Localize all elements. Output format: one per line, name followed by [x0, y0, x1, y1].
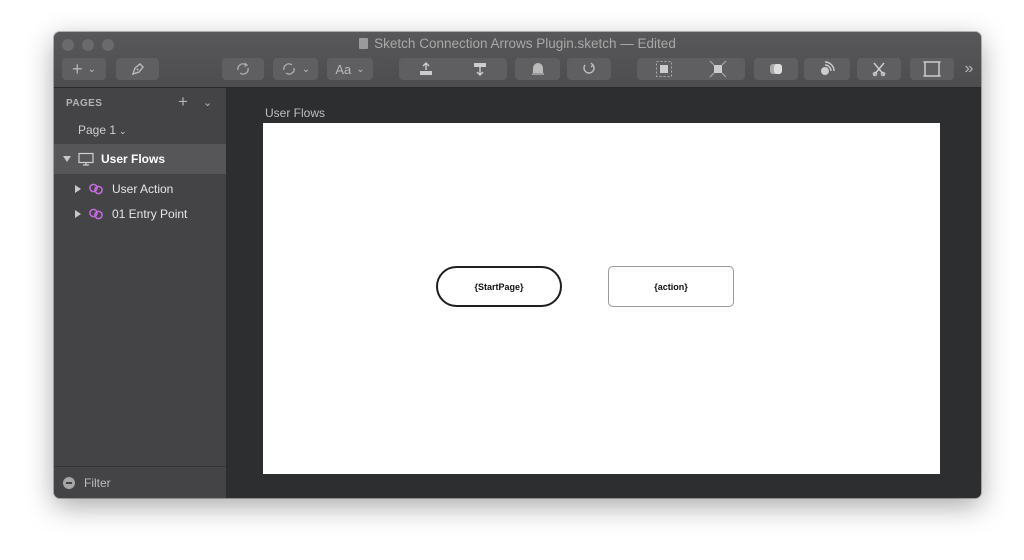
scale-icon[interactable] — [655, 60, 673, 78]
disclosure-triangle-icon[interactable] — [63, 156, 71, 162]
flatten-icon — [583, 62, 595, 74]
text-button[interactable]: Aa ⌄ — [327, 58, 373, 80]
filter-icon — [63, 477, 75, 489]
pen-nib-icon — [131, 63, 144, 76]
transform-button[interactable]: ⌄ — [273, 58, 318, 80]
frame-button[interactable] — [910, 58, 954, 80]
selection-icon[interactable] — [709, 60, 727, 78]
rotate-button[interactable] — [222, 58, 264, 80]
layer-label: User Flows — [101, 152, 166, 166]
document-icon — [359, 38, 369, 49]
transform-icon — [283, 63, 295, 75]
symbol-icon — [89, 208, 103, 220]
flatten-button[interactable] — [567, 58, 611, 80]
action-node[interactable]: {action} — [608, 266, 734, 307]
subtract-icon — [821, 61, 835, 75]
collapse-pages-icon[interactable]: ⌄ — [203, 96, 212, 109]
symbol-icon — [89, 183, 103, 195]
arrange-button-group — [399, 58, 507, 80]
canvas[interactable]: User Flows {StartPage} {action} — [227, 88, 981, 498]
artboard-title[interactable]: User Flows — [265, 106, 325, 120]
union-button[interactable] — [754, 58, 798, 80]
insert-button[interactable]: + ⌄ — [62, 58, 106, 80]
chevron-down-icon: ⌄ — [301, 63, 311, 75]
frame-icon — [923, 61, 941, 77]
filter-input[interactable]: Filter — [84, 476, 111, 490]
layer-row-selected[interactable]: User Flows — [54, 144, 226, 174]
pages-header: PAGES — [66, 98, 103, 109]
union-icon — [770, 64, 782, 74]
chevron-down-icon: ⌄ — [119, 126, 127, 136]
layer-row[interactable]: 01 Entry Point — [54, 202, 226, 226]
add-page-button[interactable]: + — [178, 93, 188, 110]
chevron-down-icon: ⌄ — [356, 63, 365, 75]
layer-label: User Action — [112, 182, 174, 196]
page-selector[interactable]: Page 1 ⌄ — [78, 123, 127, 137]
resize-button-group — [637, 58, 745, 80]
scissors-icon — [872, 62, 886, 77]
subtract-button[interactable] — [804, 58, 850, 80]
filter-bar: Filter — [54, 466, 226, 498]
rotate-icon — [237, 62, 249, 75]
scissors-button[interactable] — [857, 58, 901, 80]
bring-forward-icon[interactable] — [417, 61, 435, 77]
mask-icon — [531, 63, 544, 75]
start-page-node[interactable]: {StartPage} — [436, 266, 562, 307]
disclosure-triangle-icon[interactable] — [75, 185, 81, 193]
app-window: Sketch Connection Arrows Plugin.sketch —… — [54, 32, 981, 498]
send-backward-icon[interactable] — [471, 61, 489, 77]
edit-button[interactable] — [116, 58, 159, 80]
artboard[interactable]: {StartPage} {action} — [263, 123, 940, 474]
toolbar-overflow-button[interactable]: » — [959, 58, 979, 80]
chevron-down-icon: ⌄ — [87, 63, 96, 75]
layer-row[interactable]: User Action — [54, 177, 226, 201]
mask-button[interactable] — [515, 58, 560, 80]
layers-sidebar: PAGES + ⌄ Page 1 ⌄ User Flows User Action… — [54, 88, 227, 498]
artboard-icon — [78, 152, 94, 166]
layer-label: 01 Entry Point — [112, 207, 188, 221]
window-title: Sketch Connection Arrows Plugin.sketch —… — [54, 36, 981, 51]
titlebar: Sketch Connection Arrows Plugin.sketch —… — [54, 32, 981, 88]
plus-icon: + — [72, 59, 83, 79]
disclosure-triangle-icon[interactable] — [75, 210, 81, 218]
